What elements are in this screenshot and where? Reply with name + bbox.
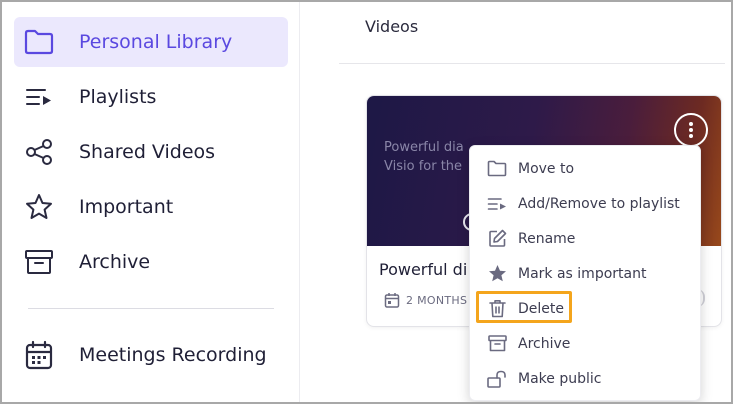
sidebar: Personal Library Playlists Shared Videos…: [2, 2, 300, 402]
video-meta: 2 MONTHS: [384, 292, 467, 308]
thumbnail-text-line: Visio for the: [384, 159, 463, 174]
video-age: 2 MONTHS: [406, 293, 468, 307]
menu-item-archive[interactable]: Archive: [470, 326, 702, 361]
sidebar-item-personal-library[interactable]: Personal Library: [14, 17, 288, 67]
menu-item-label: Add/Remove to playlist: [518, 195, 680, 212]
archive-icon: [487, 334, 507, 354]
sidebar-item-label: Meetings Recording: [79, 344, 267, 366]
menu-item-rename[interactable]: Rename: [470, 221, 702, 256]
menu-item-make-public[interactable]: Make public: [470, 361, 702, 396]
share-icon: [24, 137, 54, 167]
menu-item-label: Mark as important: [518, 265, 647, 282]
menu-item-move-to[interactable]: Move to: [470, 151, 702, 186]
page-title: Videos: [365, 17, 419, 36]
menu-item-delete[interactable]: Delete: [470, 291, 702, 326]
calendar-icon: [24, 340, 54, 370]
sidebar-item-label: Personal Library: [79, 31, 233, 53]
more-vertical-icon: [689, 122, 693, 138]
menu-item-label: Archive: [518, 335, 571, 352]
edit-icon: [487, 229, 507, 249]
archive-icon: [24, 247, 54, 277]
calendar-icon: [384, 293, 400, 308]
sidebar-item-playlists[interactable]: Playlists: [14, 72, 288, 122]
thumbnail-text: Powerful dia Visio for the: [384, 138, 464, 176]
menu-item-label: Move to: [518, 160, 575, 177]
more-options-button[interactable]: [674, 113, 708, 147]
menu-item-label: Delete: [518, 300, 564, 317]
playlist-icon: [24, 82, 54, 112]
sidebar-item-archive[interactable]: Archive: [14, 237, 288, 287]
folder-icon: [487, 159, 507, 179]
trash-icon: [487, 299, 507, 319]
sidebar-item-label: Shared Videos: [79, 141, 216, 163]
header-divider: [339, 63, 725, 64]
menu-item-label: Rename: [518, 230, 576, 247]
sidebar-item-label: Archive: [79, 251, 151, 273]
menu-item-label: Make public: [518, 370, 602, 387]
context-menu: Move to Add/Remove to playlist Rename Ma…: [469, 145, 701, 401]
folder-icon: [24, 27, 54, 57]
star-icon: [24, 192, 54, 222]
sidebar-item-important[interactable]: Important: [14, 182, 288, 232]
sidebar-item-label: Playlists: [79, 86, 157, 108]
playlist-icon: [487, 194, 507, 214]
sidebar-item-label: Important: [79, 196, 174, 218]
video-title[interactable]: Powerful di: [379, 260, 467, 279]
app-window: Personal Library Playlists Shared Videos…: [0, 0, 733, 404]
menu-item-mark-important[interactable]: Mark as important: [470, 256, 702, 291]
menu-item-add-remove-playlist[interactable]: Add/Remove to playlist: [470, 186, 702, 221]
unlock-icon: [487, 369, 507, 389]
sidebar-item-shared-videos[interactable]: Shared Videos: [14, 127, 288, 177]
thumbnail-text-line: Powerful dia: [384, 140, 464, 155]
sidebar-item-meetings-recording[interactable]: Meetings Recording: [14, 330, 288, 380]
star-filled-icon: [487, 264, 507, 284]
sidebar-divider: [28, 308, 274, 309]
